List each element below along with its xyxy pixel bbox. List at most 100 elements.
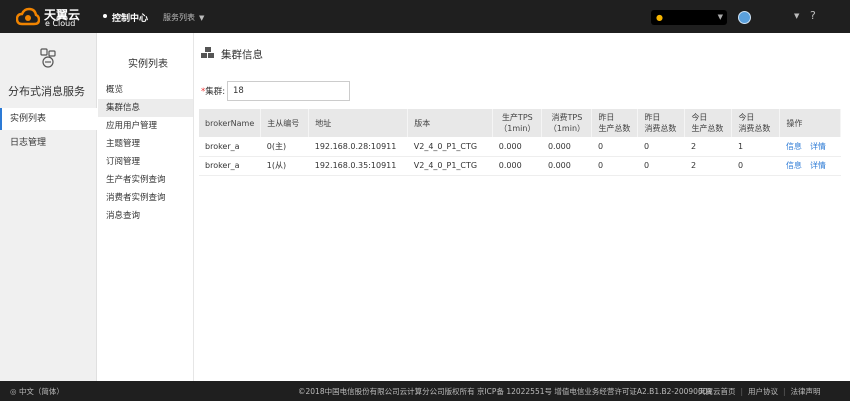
header-text: 操作 — [786, 118, 803, 128]
info-link[interactable]: 信息 — [786, 161, 802, 170]
brand-logo[interactable]: 天翼云 e Cloud — [16, 5, 100, 29]
header-text: brokerName — [205, 118, 255, 128]
cell-role: 0(主) — [260, 137, 309, 157]
ecloud-logo-icon — [16, 7, 40, 26]
header-text: 今日 — [691, 113, 708, 122]
cell-address: 192.168.0.35:10911 — [308, 156, 408, 176]
table-row: broker_a 1(从) 192.168.0.35:10911 V2_4_0_… — [199, 156, 841, 176]
cluster-label-text: 集群: — [205, 87, 226, 97]
language-label: 中文（简体） — [18, 387, 64, 396]
message-service-icon — [40, 48, 56, 68]
services-label: 服务列表 — [163, 13, 195, 22]
col-header-today-consumed: 今日 消费总数 — [731, 109, 781, 137]
header-subtext: 生产总数 — [598, 124, 631, 133]
header-subtext: 消费总数 — [644, 124, 677, 133]
cluster-input[interactable] — [227, 81, 350, 101]
services-menu[interactable]: 服务列表 ▼ — [163, 12, 204, 23]
subnav-title: 实例列表 — [128, 59, 168, 70]
header-text: 生产TPS — [501, 113, 533, 122]
col-header-produce-tps: 生产TPS （1min） — [492, 109, 543, 137]
cell-actions: 信息 详情 — [779, 156, 841, 176]
cell-yesterday-consumed: 0 — [637, 156, 685, 176]
cell-today-consumed: 0 — [731, 156, 780, 176]
cell-today-produced: 2 — [684, 156, 732, 176]
col-header-actions: 操作 — [779, 109, 841, 137]
user-avatar-icon[interactable] — [738, 11, 751, 24]
subnav-item-overview[interactable]: 概览 — [98, 81, 193, 99]
subnav-item-subscription-management[interactable]: 订阅管理 — [98, 153, 193, 171]
subnav-item-producer-query[interactable]: 生产者实例查询 — [98, 171, 193, 189]
cell-today-consumed: 1 — [731, 137, 780, 157]
main-content: 集群信息 *集群: brokerName 主从编号 地址 版本 生产TPS （1m… — [195, 33, 850, 381]
subnav-item-consumer-query[interactable]: 消费者实例查询 — [98, 189, 193, 207]
cell-version: V2_4_0_P1_CTG — [407, 156, 493, 176]
cell-today-produced: 2 — [684, 137, 732, 157]
cell-consume-tps: 0.000 — [541, 156, 592, 176]
header-text: 今日 — [738, 113, 755, 122]
footer-link-user-agreement[interactable]: 用户协议 — [748, 387, 778, 396]
cell-consume-tps: 0.000 — [541, 137, 592, 157]
header-subtext: （1min） — [548, 124, 586, 133]
details-link[interactable]: 详情 — [810, 161, 826, 170]
footer-link-home[interactable]: 天翼云首页 — [698, 387, 736, 396]
broker-table: brokerName 主从编号 地址 版本 生产TPS （1min） 消费TPS （… — [199, 109, 841, 176]
cell-yesterday-produced: 0 — [591, 156, 638, 176]
footer: ◎ 中文（简体） ©2018中国电信股份有限公司云计算分公司版权所有 京ICP备… — [0, 381, 850, 401]
help-icon[interactable]: ? — [810, 9, 816, 22]
col-header-address: 地址 — [308, 109, 409, 137]
header-text: 地址 — [315, 118, 332, 128]
table-row: broker_a 0(主) 192.168.0.28:10911 V2_4_0_… — [199, 137, 841, 157]
header-subtext: 生产总数 — [691, 124, 724, 133]
subnav-item-topic-management[interactable]: 主题管理 — [98, 135, 193, 153]
subnav-item-app-user-management[interactable]: 应用用户管理 — [98, 117, 193, 135]
cell-produce-tps: 0.000 — [492, 156, 542, 176]
region-selector[interactable]: ● ▼ — [651, 10, 727, 25]
col-header-role: 主从编号 — [260, 109, 310, 137]
nav-dot — [103, 14, 107, 18]
divider: | — [783, 387, 786, 396]
service-sidebar: 分布式消息服务 实例列表 日志管理 — [0, 33, 97, 381]
col-header-today-produced: 今日 生产总数 — [684, 109, 733, 137]
header-subtext: （1min） — [499, 124, 536, 133]
globe-icon: ◎ — [10, 387, 17, 396]
chevron-down-icon: ▼ — [199, 14, 205, 22]
subnav-item-message-query[interactable]: 消息查询 — [98, 207, 193, 225]
service-title: 分布式消息服务 — [8, 85, 85, 98]
language-selector[interactable]: ◎ 中文（简体） — [10, 386, 64, 397]
cell-yesterday-produced: 0 — [591, 137, 638, 157]
header-text: 消费TPS — [551, 113, 583, 122]
col-header-version: 版本 — [407, 109, 494, 137]
cell-yesterday-consumed: 0 — [637, 137, 685, 157]
chevron-down-icon: ▼ — [717, 13, 723, 21]
table-header-row: brokerName 主从编号 地址 版本 生产TPS （1min） 消费TPS （… — [199, 109, 841, 137]
cell-broker-name: broker_a — [199, 156, 261, 176]
cell-role: 1(从) — [260, 156, 309, 176]
header-subtext: 消费总数 — [738, 124, 771, 133]
header-text: 主从编号 — [267, 118, 300, 128]
cell-broker-name: broker_a — [199, 137, 261, 157]
col-header-yesterday-produced: 昨日 生产总数 — [591, 109, 639, 137]
console-link[interactable]: 控制中心 — [112, 11, 148, 24]
location-pin-icon: ● — [656, 13, 663, 22]
details-link[interactable]: 详情 — [810, 142, 826, 151]
page-title: 集群信息 — [221, 49, 263, 61]
col-header-consume-tps: 消费TPS （1min） — [541, 109, 593, 137]
header-text: 版本 — [414, 118, 431, 128]
copyright-text: ©2018中国电信股份有限公司云计算分公司版权所有 京ICP备 12022551… — [298, 387, 713, 396]
col-header-broker-name: brokerName — [199, 109, 262, 137]
user-menu-chevron-icon[interactable]: ▼ — [794, 12, 799, 20]
sidebar-item-log-management[interactable]: 日志管理 — [0, 132, 97, 154]
subnav-item-cluster-info[interactable]: 集群信息 — [98, 99, 193, 117]
sidebar-item-instance-list[interactable]: 实例列表 — [0, 108, 97, 130]
col-header-yesterday-consumed: 昨日 消费总数 — [637, 109, 686, 137]
info-link[interactable]: 信息 — [786, 142, 802, 151]
footer-links: 天翼云首页 | 用户协议 | 法律声明 — [698, 386, 821, 397]
cluster-label: *集群: — [201, 85, 225, 97]
cell-address: 192.168.0.28:10911 — [308, 137, 408, 157]
brand-name-en: e Cloud — [45, 19, 76, 28]
header-text: 昨日 — [598, 113, 615, 122]
page-header: 集群信息 — [195, 43, 850, 67]
footer-link-legal[interactable]: 法律声明 — [791, 387, 821, 396]
cubes-icon — [201, 47, 214, 58]
divider: | — [740, 387, 744, 396]
